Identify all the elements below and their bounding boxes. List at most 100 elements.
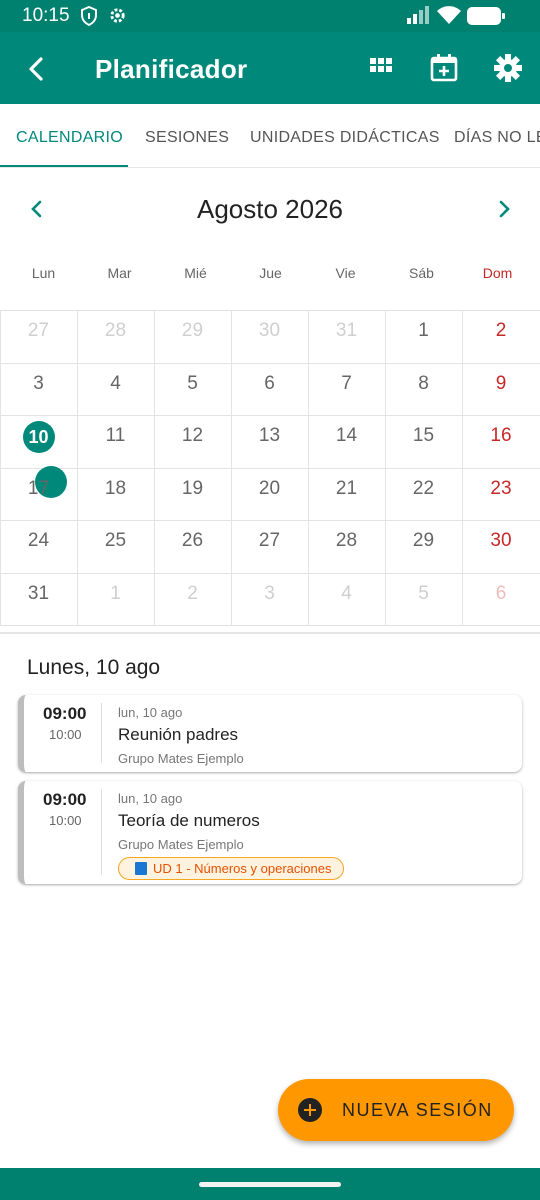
calendar-day-number: 28 [104, 320, 127, 341]
session-card[interactable]: 09:00 10:00 lun, 10 ago Reunión padres G… [18, 695, 522, 772]
tab-sesiones[interactable]: SESIONES [145, 129, 229, 147]
session-start-time: 09:00 [43, 704, 87, 723]
month-navigation: Agosto 2026 [0, 180, 540, 240]
calendar-day[interactable]: 25 [77, 520, 155, 574]
grid-view-icon[interactable] [365, 52, 397, 84]
settings-icon[interactable] [492, 52, 524, 84]
tab-unidades-didacticas[interactable]: UNIDADES DIDÁCTICAS [250, 129, 440, 147]
calendar-day-number: 28 [335, 530, 358, 551]
calendar-day[interactable]: 21 [308, 467, 386, 521]
calendar-day[interactable]: 23 [462, 468, 540, 521]
calendar-day[interactable]: 30 [231, 310, 309, 364]
calendar-day[interactable]: 27 [231, 520, 309, 574]
calendar-day-number: 7 [341, 372, 352, 394]
session-group: Grupo Mates Ejemplo [118, 751, 244, 766]
calendar-day-number: 23 [490, 477, 512, 499]
calendar-day-number: 21 [335, 477, 358, 499]
calendar-day[interactable]: 1 [385, 310, 463, 364]
system-navigation-bar [0, 1168, 540, 1200]
calendar-day-number: 2 [495, 320, 507, 341]
calendar-day[interactable]: 19 [154, 467, 232, 521]
calendar-day-number: 11 [105, 425, 126, 446]
weekday-label: Mié [184, 265, 207, 281]
shield-icon [81, 6, 97, 26]
calendar-day[interactable]: 28 [308, 520, 386, 574]
calendar-day[interactable]: 22 [385, 467, 463, 521]
calendar-day[interactable]: 4 [308, 572, 386, 626]
calendar-day[interactable]: 1 [77, 572, 155, 626]
session-title: Reunión padres [118, 725, 239, 744]
calendar-day[interactable]: 15 [385, 415, 463, 469]
calendar-day[interactable]: 6 [231, 362, 309, 416]
card-divider [101, 703, 102, 763]
section-divider [0, 632, 540, 634]
calendar-day[interactable]: 31 [308, 310, 386, 364]
calendar-day[interactable]: 2 [462, 310, 540, 364]
calendar-day[interactable]: 3 [231, 572, 309, 626]
calendar-day[interactable]: 29 [385, 520, 463, 574]
calendar-day-number: 27 [258, 530, 281, 551]
add-circle-icon [298, 1098, 322, 1122]
new-session-button[interactable]: NUEVA SESIÓN [278, 1079, 514, 1141]
calendar-day-number: 29 [181, 320, 204, 341]
calendar-day-number: 17 [27, 477, 50, 499]
calendar-day[interactable]: 5 [385, 572, 463, 626]
calendar-day[interactable]: 30 [462, 520, 540, 574]
calendar-day[interactable]: 27 [0, 310, 78, 364]
calendar-day[interactable]: 20 [231, 467, 309, 521]
didactic-unit-label: UD 1 - Números y operaciones [153, 861, 332, 876]
session-card[interactable]: 09:00 10:00 lun, 10 ago Teoría de numero… [18, 781, 522, 884]
calendar-day[interactable]: 28 [77, 310, 155, 364]
tab-bar: CALENDARIO SESIONES UNIDADES DIDÁCTICAS … [0, 104, 540, 168]
calendar-day-number: 1 [418, 320, 429, 341]
calendar-day-number: 15 [412, 425, 435, 446]
calendar-day[interactable]: 18 [77, 467, 155, 521]
calendar-day-number: 3 [264, 582, 275, 604]
calendar-day-number: 6 [264, 372, 275, 394]
calendar-day-number: 16 [490, 425, 512, 446]
chevron-right-icon[interactable] [491, 196, 517, 222]
calendar-grid: 27 28 29 30 31 1 2 3 4 5 6 7 8 9 10 11 12 13 14 15 16 17 18 19 2… [0, 310, 540, 626]
weekday-label: Lun [31, 265, 56, 281]
gear-icon [110, 8, 125, 23]
calendar-day[interactable]: 7 [308, 362, 386, 416]
calendar-day-number: 1 [110, 582, 121, 604]
calendar-day[interactable]: 5 [154, 362, 232, 416]
calendar-day[interactable]: 14 [308, 415, 386, 469]
calendar-day[interactable]: 26 [154, 520, 232, 574]
book-icon [135, 862, 147, 875]
calendar-day-number: 9 [495, 372, 507, 394]
calendar-day[interactable]: 4 [77, 362, 155, 416]
calendar-day-number: 18 [104, 477, 127, 499]
calendar-day[interactable]: 6 [462, 573, 540, 626]
calendar-day-today[interactable]: 10 [0, 415, 78, 498]
calendar-day[interactable]: 29 [154, 310, 232, 364]
calendar-day[interactable]: 24 [0, 520, 78, 574]
calendar-day[interactable]: 31 [0, 572, 78, 626]
home-gesture-handle[interactable] [199, 1182, 341, 1187]
selected-day-header: Lunes, 10 ago [27, 656, 161, 679]
tab-dias-no-lectivos[interactable]: DÍAS NO LECTIVOS [454, 129, 540, 147]
calendar-day-number: 6 [495, 582, 507, 604]
app-bar: Planificador [0, 32, 540, 104]
calendar-day[interactable]: 2 [154, 572, 232, 626]
calendar-day[interactable]: 8 [385, 362, 463, 416]
calendar-day[interactable]: 13 [231, 415, 309, 469]
calendar-add-icon[interactable] [428, 52, 460, 84]
calendar-day[interactable]: 17 [0, 467, 78, 521]
calendar-day-number: 26 [181, 530, 204, 551]
calendar-day[interactable]: 12 [154, 415, 232, 469]
tab-calendario[interactable]: CALENDARIO [16, 129, 123, 147]
calendar-day[interactable]: 9 [462, 363, 540, 416]
calendar-day[interactable]: 16 [462, 415, 540, 469]
calendar-day[interactable]: 11 [77, 415, 155, 469]
calendar-day-number: 31 [335, 320, 358, 341]
didactic-unit-chip[interactable]: UD 1 - Números y operaciones [118, 857, 345, 880]
new-session-label: NUEVA SESIÓN [342, 1100, 493, 1120]
calendar-day-number: 25 [104, 530, 127, 551]
calendar-day[interactable]: 3 [0, 362, 78, 416]
page-title: Planificador [95, 54, 248, 84]
calendar-day-number: 2 [187, 582, 198, 604]
back-arrow-icon[interactable] [22, 54, 52, 84]
weekday-label: Jue [259, 265, 282, 281]
